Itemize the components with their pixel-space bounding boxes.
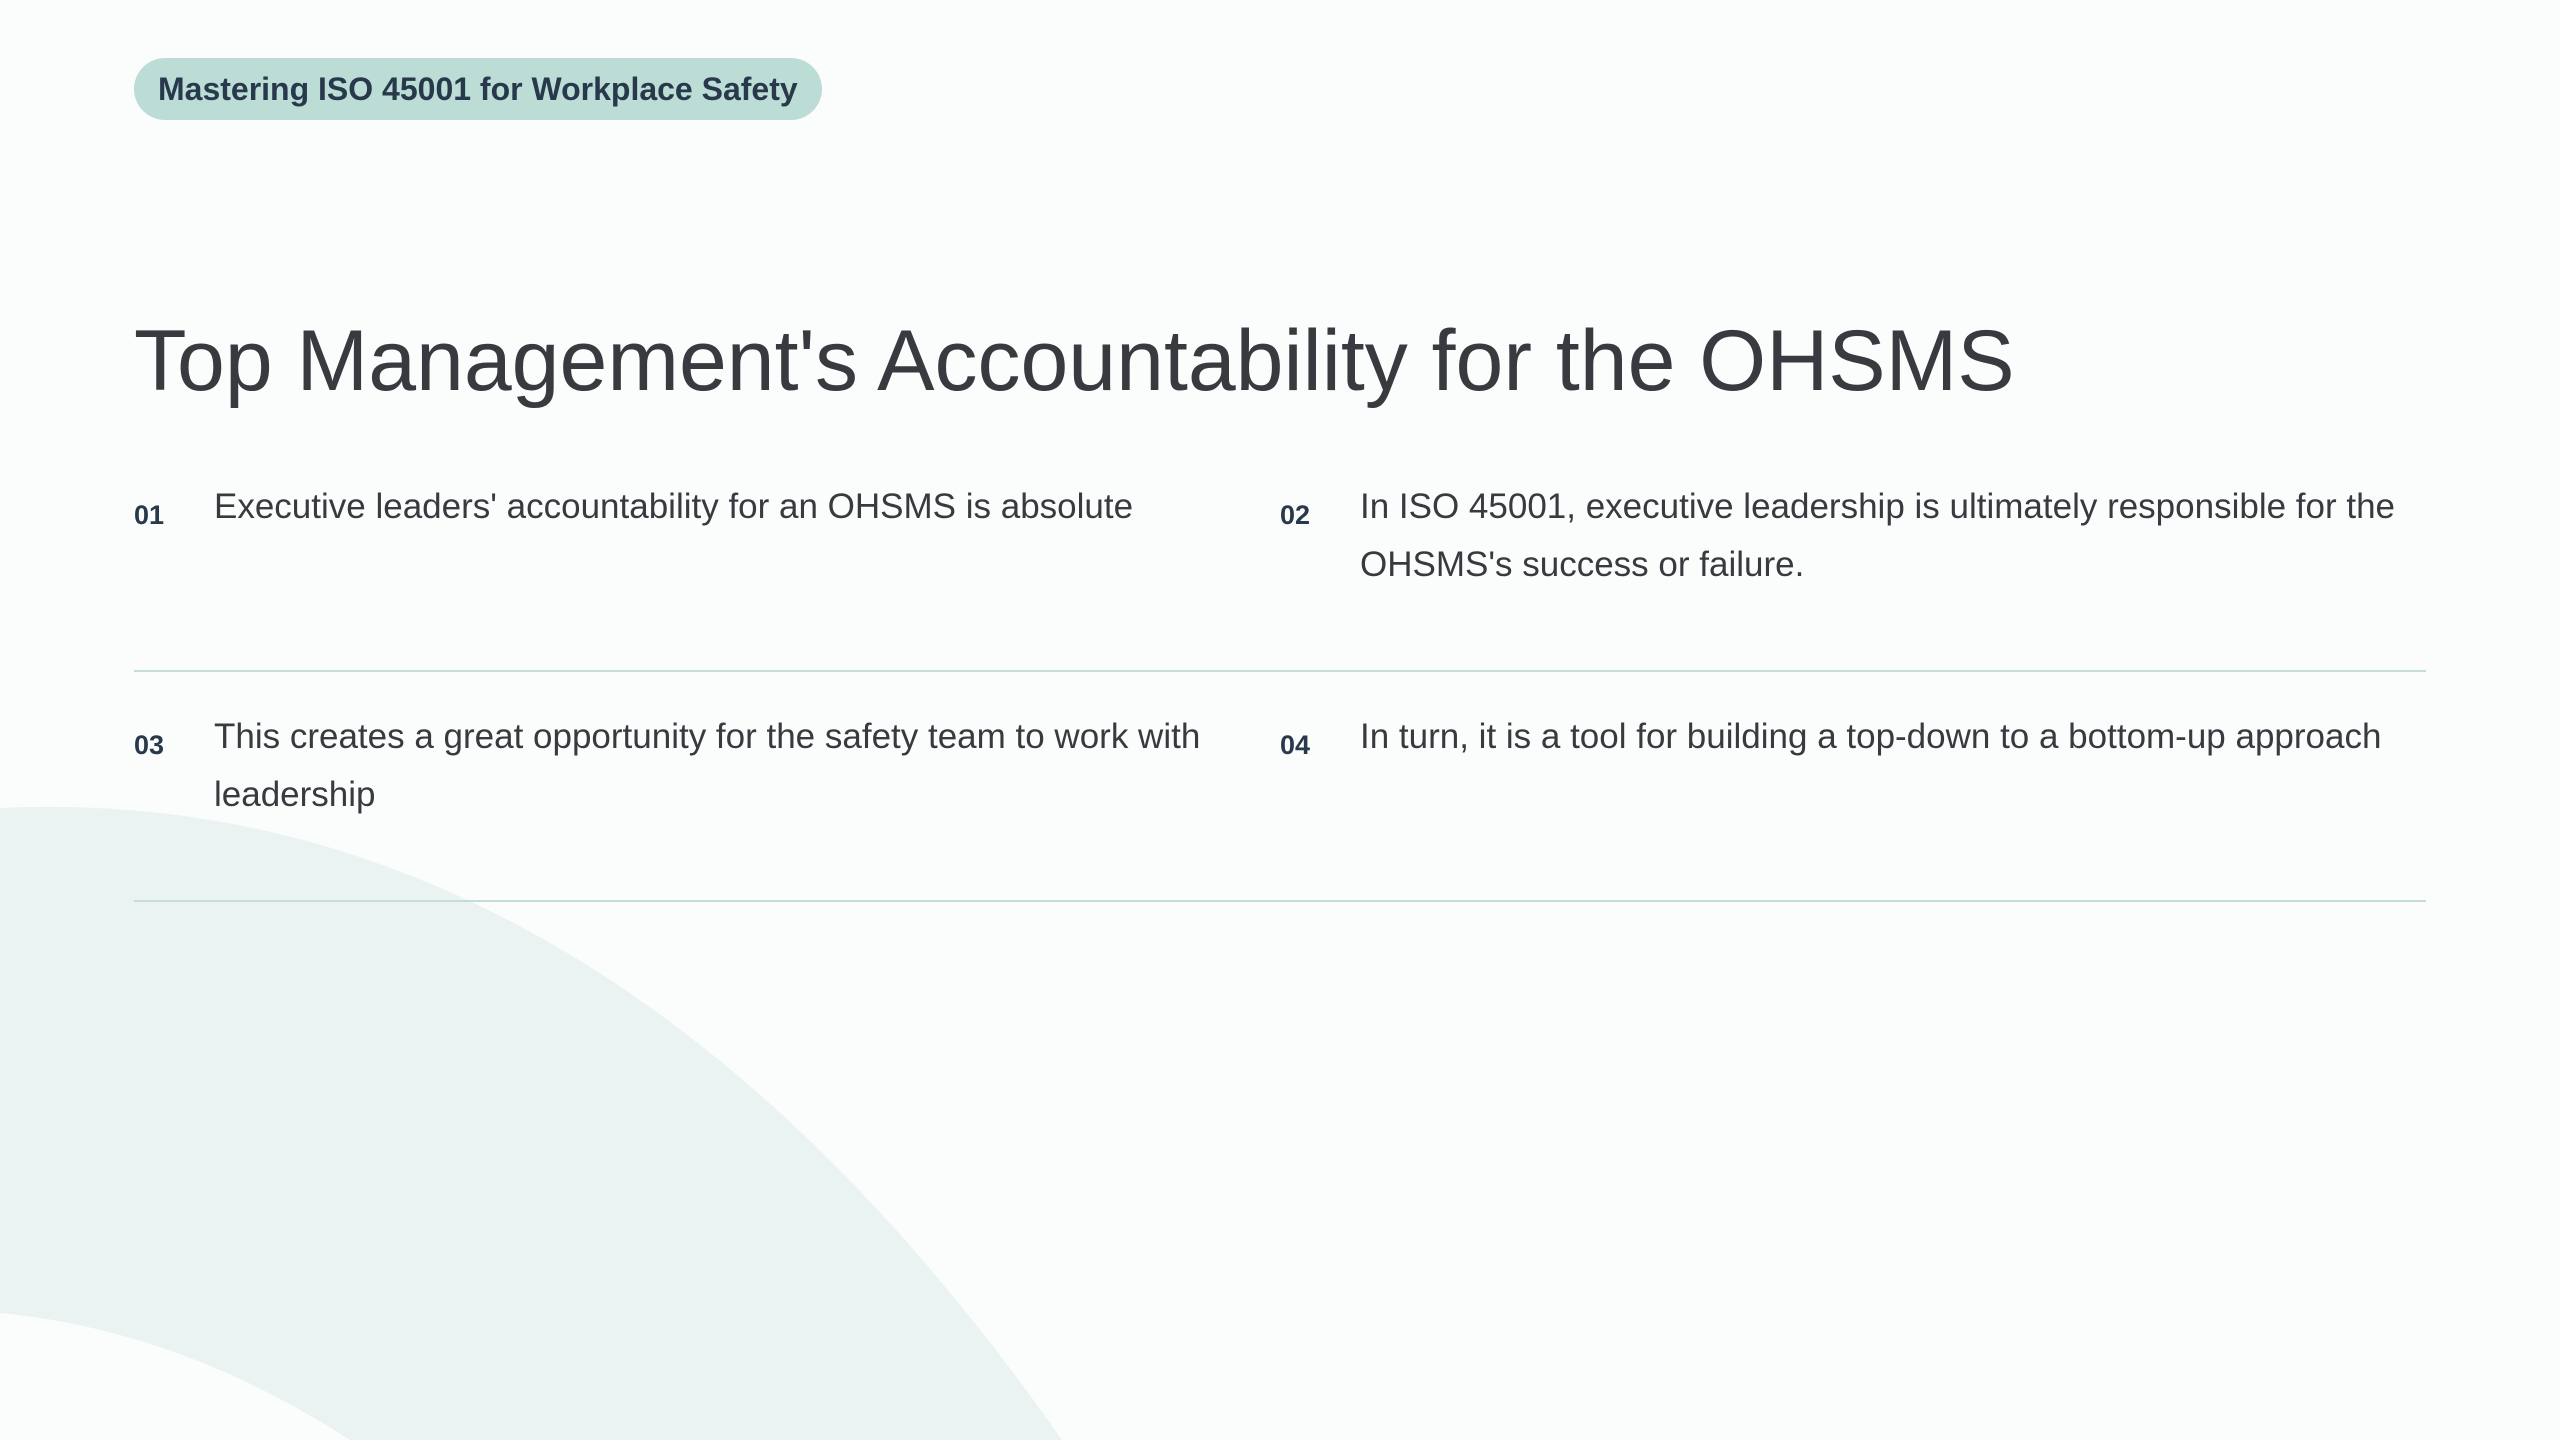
course-label: Mastering ISO 45001 for Workplace Safety bbox=[158, 70, 798, 107]
point-item: 01 Executive leaders' accountability for… bbox=[134, 478, 1280, 670]
point-number: 04 bbox=[1280, 730, 1311, 760]
point-number: 03 bbox=[134, 730, 165, 760]
point-text: This creates a great opportunity for the… bbox=[214, 717, 1201, 814]
points-row: 01 Executive leaders' accountability for… bbox=[134, 478, 2426, 672]
point-number: 02 bbox=[1280, 500, 1311, 530]
point-item: 02 In ISO 45001, executive leadership is… bbox=[1280, 478, 2426, 670]
course-label-pill: Mastering ISO 45001 for Workplace Safety bbox=[134, 58, 822, 120]
key-points-grid: 01 Executive leaders' accountability for… bbox=[134, 478, 2426, 902]
point-item: 04 In turn, it is a tool for building a … bbox=[1280, 708, 2426, 900]
point-text: In turn, it is a tool for building a top… bbox=[1360, 717, 2382, 756]
point-item: 03 This creates a great opportunity for … bbox=[134, 708, 1280, 900]
point-text: In ISO 45001, executive leadership is ul… bbox=[1360, 487, 2396, 584]
point-text: Executive leaders' accountability for an… bbox=[214, 487, 1134, 526]
slide-title: Top Management's Accountability for the … bbox=[134, 313, 2015, 409]
points-row: 03 This creates a great opportunity for … bbox=[134, 672, 2426, 902]
point-number: 01 bbox=[134, 500, 165, 530]
